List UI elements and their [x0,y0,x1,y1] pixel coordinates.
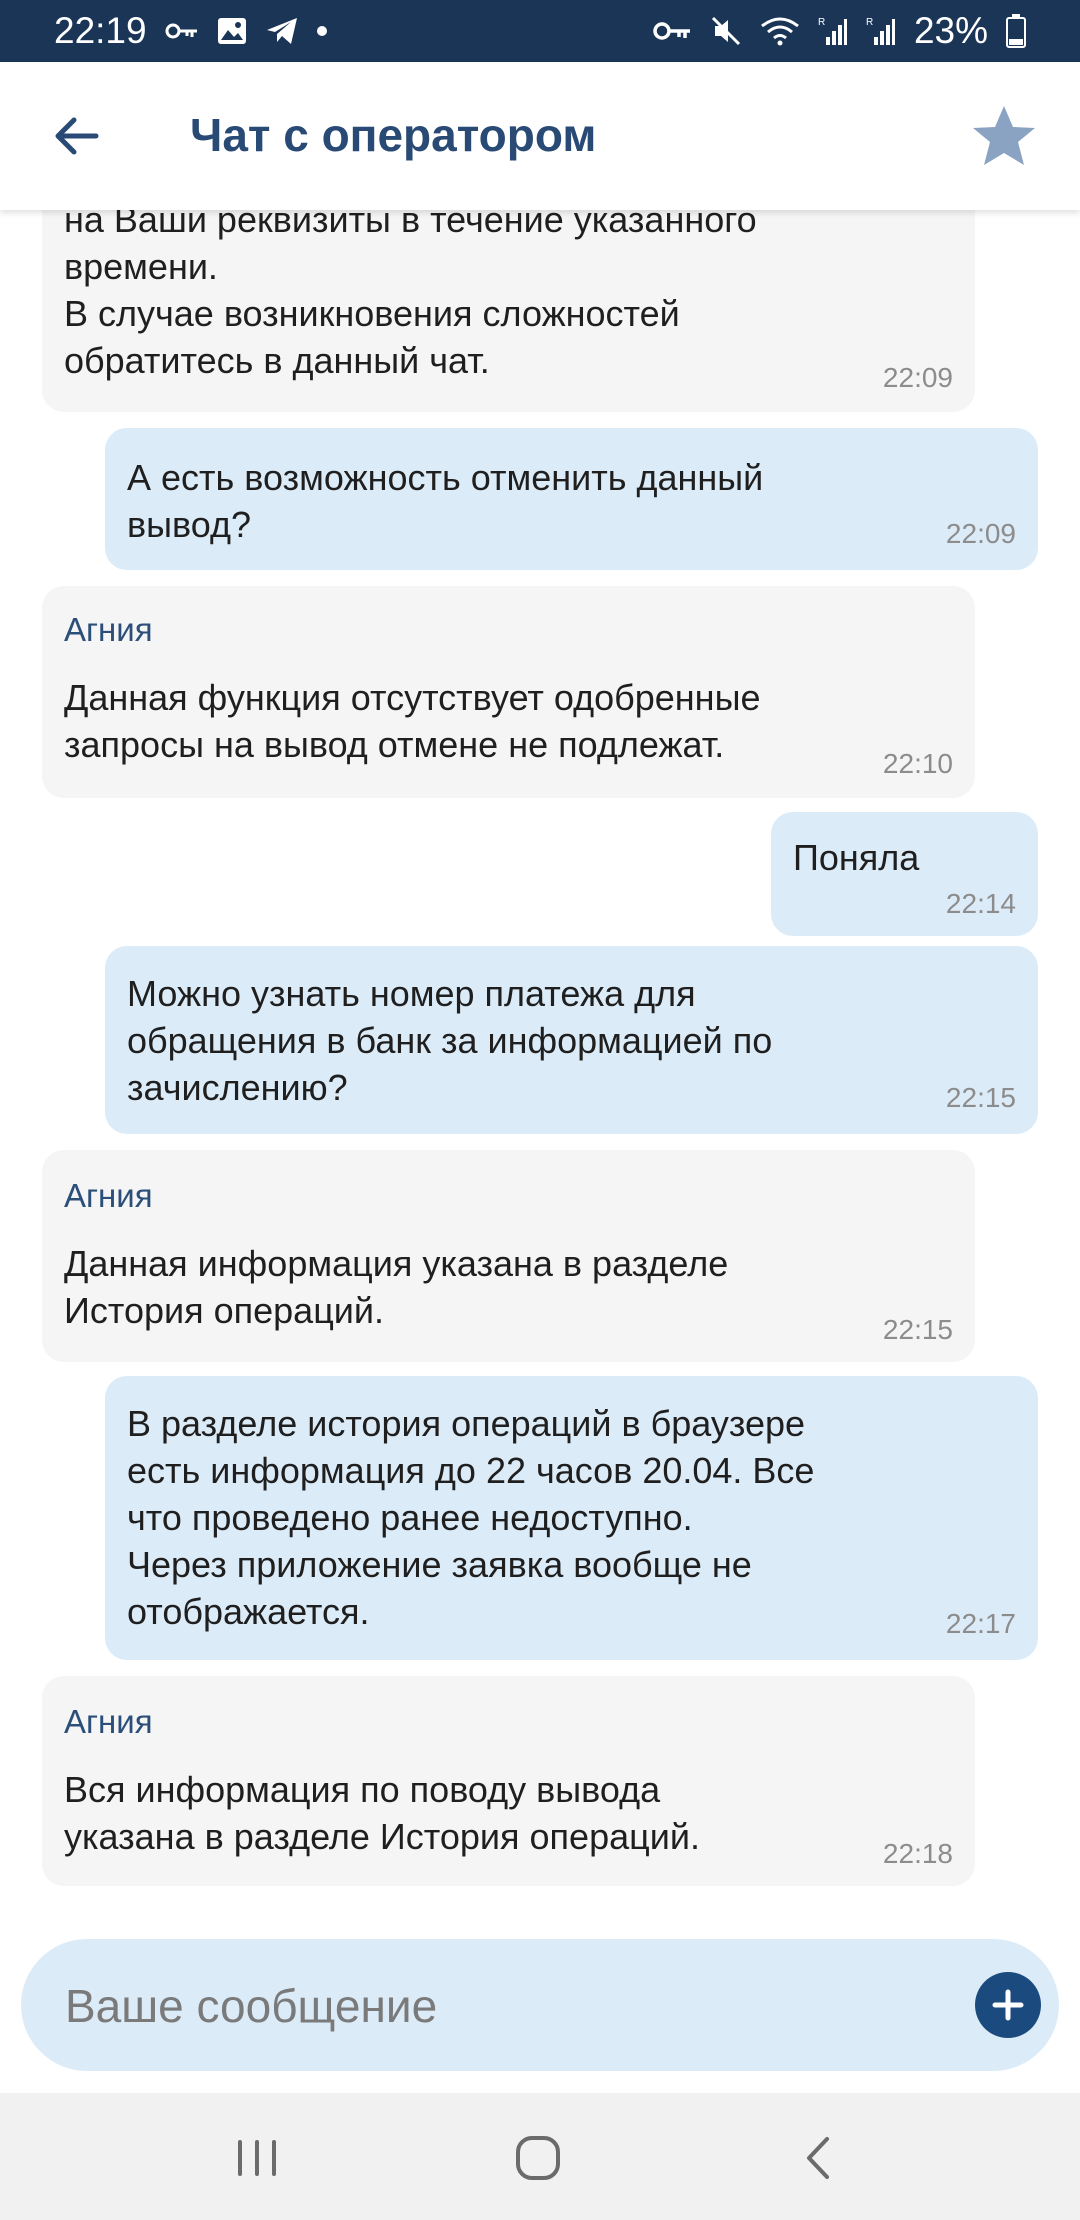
message-time: 22:18 [882,1838,953,1869]
user-message: Можно узнать номер платежа для обращения… [105,946,1038,1134]
message-text: А есть возможность отменить данный вывод… [127,457,764,545]
recent-apps-icon [238,2140,276,2176]
svg-text:R: R [818,17,825,28]
star-icon [973,106,1035,165]
back-button[interactable] [44,104,108,168]
home-button[interactable] [503,2123,573,2193]
signal-icon: R [866,15,896,47]
wifi-icon [760,16,800,46]
message-time: 22:09 [945,518,1016,549]
chat-message-list[interactable]: на Ваши реквизиты в течение указанного в… [0,210,1080,1928]
message-text: Данная функция отсутствует одобренные за… [64,677,761,765]
message-time: 22:14 [945,888,1016,919]
clock: 22:19 [54,10,147,51]
plus-icon [992,1989,1024,2021]
signal-icon: R [818,15,848,47]
user-message: В разделе история операций в браузере ес… [105,1376,1038,1660]
message-text: В разделе история операций в браузере ес… [127,1403,815,1632]
message-time: 22:17 [945,1608,1016,1639]
page-title: Чат с оператором [190,109,597,161]
message-text: Данная информация указана в разделе Исто… [64,1243,729,1331]
message-input[interactable] [63,1965,947,2047]
system-nav-bar [0,2093,1080,2220]
telegram-icon [265,16,299,46]
arrow-left-icon [55,117,99,155]
vpn-key-icon [652,20,692,42]
app-header: Чат с оператором [0,62,1080,210]
key-icon [165,21,199,41]
message-time: 22:15 [945,1082,1016,1113]
system-back-button[interactable] [783,2123,853,2193]
user-message: А есть возможность отменить данный вывод… [105,428,1038,570]
message-text: на Ваши реквизиты в течение указанного в… [64,210,757,381]
svg-text:R: R [866,17,873,28]
image-icon [217,17,247,45]
message-author: Агния [64,611,153,648]
message-text: Поняла [793,837,920,878]
recent-apps-button[interactable] [222,2123,292,2193]
chevron-left-icon [807,2137,829,2179]
mute-icon [710,15,742,47]
message-composer [21,1939,1059,2071]
message-time: 22:15 [882,1314,953,1345]
operator-message: на Ваши реквизиты в течение указанного в… [42,210,975,412]
message-author: Агния [64,1177,153,1214]
message-text: Вся информация по поводу вывода указана … [64,1769,700,1857]
attach-button[interactable] [975,1972,1041,2038]
operator-message: Агния Данная функция отсутствует одобрен… [42,586,975,798]
home-icon [516,2136,560,2180]
status-bar-left: 22:19 [54,10,327,52]
battery-percent: 23% [913,10,988,51]
message-time: 22:10 [882,748,953,779]
status-bar: 22:19 R R 23% [0,0,1080,62]
user-message: Поняла 22:14 [771,812,1038,936]
dot-icon [316,26,327,36]
message-time: 22:09 [882,362,953,393]
battery-icon [1006,14,1026,48]
message-text: Можно узнать номер платежа для обращения… [127,973,773,1108]
operator-message: Агния Вся информация по поводу вывода ук… [42,1676,975,1886]
operator-message: Агния Данная информация указана в раздел… [42,1150,975,1362]
favorite-button[interactable] [968,100,1040,172]
message-author: Агния [64,1703,153,1740]
status-bar-right: R R 23% [652,10,1026,52]
